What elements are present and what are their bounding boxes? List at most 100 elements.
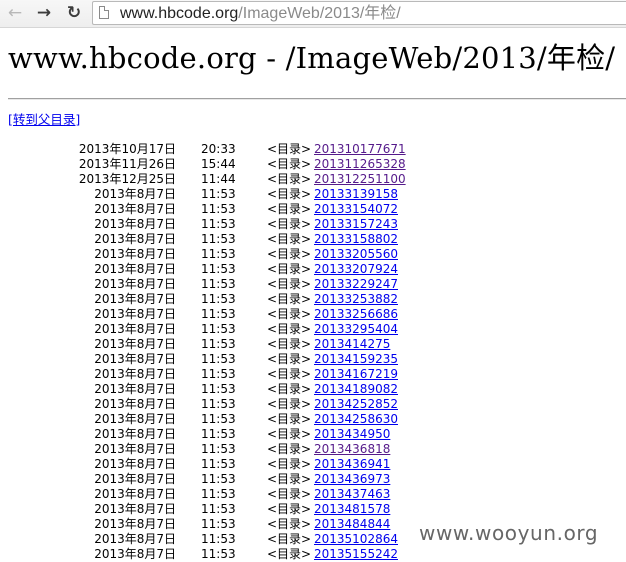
directory-link[interactable]: 20134167219 <box>314 367 398 382</box>
entry-time: 11:53 <box>201 187 236 201</box>
entry-date: 2013年8月7日 <box>94 277 176 291</box>
forward-arrow-icon[interactable]: → <box>33 3 55 23</box>
listing-row: 2013年8月7日 11:53 <目录> 2013414275 <box>0 337 626 352</box>
entry-type: <目录> <box>267 487 312 501</box>
entry-type: <目录> <box>267 277 312 291</box>
listing-row: 2013年8月7日 11:53 <目录> 20134258630 <box>0 412 626 427</box>
divider <box>8 98 626 100</box>
entry-time: 15:44 <box>201 157 236 171</box>
listing-row: 2013年8月7日 11:53 <目录> 20133139158 <box>0 187 626 202</box>
directory-link[interactable]: 2013434950 <box>314 427 390 442</box>
directory-link[interactable]: 201311265328 <box>314 157 406 172</box>
directory-link[interactable]: 2013481578 <box>314 502 390 517</box>
directory-link[interactable]: 2013436941 <box>314 457 390 472</box>
listing-row: 2013年12月25日 11:44 <目录> 201312251100 <box>0 172 626 187</box>
listing-row: 2013年8月7日 11:53 <目录> 20134252852 <box>0 397 626 412</box>
directory-link[interactable]: 201312251100 <box>314 172 406 187</box>
directory-link[interactable]: 2013437463 <box>314 487 390 502</box>
listing-row: 2013年8月7日 11:53 <目录> 2013436941 <box>0 457 626 472</box>
entry-time: 11:53 <box>201 547 236 561</box>
page-title: www.hbcode.org - /ImageWeb/2013/年检/ <box>8 41 616 75</box>
entry-date: 2013年8月7日 <box>94 247 176 261</box>
listing-row: 2013年8月7日 11:53 <目录> 2013436973 <box>0 472 626 487</box>
entry-type: <目录> <box>267 187 312 201</box>
directory-link[interactable]: 20135155242 <box>314 547 398 562</box>
directory-link[interactable]: 20133205560 <box>314 247 398 262</box>
entry-type: <目录> <box>267 322 312 336</box>
entry-date: 2013年8月7日 <box>94 412 176 426</box>
entry-time: 11:53 <box>201 487 236 501</box>
listing-row: 2013年8月7日 11:53 <目录> 20133157243 <box>0 217 626 232</box>
directory-link[interactable]: 2013436973 <box>314 472 390 487</box>
directory-link[interactable]: 20134252852 <box>314 397 398 412</box>
directory-link[interactable]: 2013484844 <box>314 517 390 532</box>
entry-date: 2013年10月17日 <box>78 142 176 156</box>
listing-row: 2013年8月7日 11:53 <目录> 20134159235 <box>0 352 626 367</box>
entry-date: 2013年8月7日 <box>94 382 176 396</box>
directory-link[interactable]: 20135102864 <box>314 532 398 547</box>
directory-link[interactable]: 20133295404 <box>314 322 398 337</box>
watermark: www.wooyun.org <box>419 521 599 545</box>
listing-row: 2013年8月7日 11:53 <目录> 2013481578 <box>0 502 626 517</box>
entry-date: 2013年8月7日 <box>94 187 176 201</box>
entry-type: <目录> <box>267 547 312 561</box>
parent-directory-link[interactable]: [转到父目录] <box>8 112 80 128</box>
entry-type: <目录> <box>267 367 312 381</box>
entry-date: 2013年8月7日 <box>94 322 176 336</box>
entry-time: 11:53 <box>201 502 236 516</box>
directory-link[interactable]: 2013436818 <box>314 442 390 457</box>
entry-time: 11:53 <box>201 307 236 321</box>
address-bar[interactable]: www.hbcode.org/ImageWeb/2013/年检/ <box>92 1 626 25</box>
entry-date: 2013年8月7日 <box>94 502 176 516</box>
entry-date: 2013年8月7日 <box>94 532 176 546</box>
directory-link[interactable]: 20134159235 <box>314 352 398 367</box>
entry-date: 2013年8月7日 <box>94 517 176 531</box>
url-text[interactable]: www.hbcode.org/ImageWeb/2013/年检/ <box>120 4 401 24</box>
entry-type: <目录> <box>267 427 312 441</box>
directory-link[interactable]: 20133139158 <box>314 187 398 202</box>
entry-time: 11:53 <box>201 322 236 336</box>
directory-link[interactable]: 201310177671 <box>314 142 406 157</box>
entry-type: <目录> <box>267 382 312 396</box>
directory-link[interactable]: 2013414275 <box>314 337 390 352</box>
entry-time: 11:53 <box>201 202 236 216</box>
directory-link[interactable]: 20134258630 <box>314 412 398 427</box>
listing-row: 2013年8月7日 11:53 <目录> 2013437463 <box>0 487 626 502</box>
listing-row: 2013年8月7日 11:53 <目录> 20133229247 <box>0 277 626 292</box>
listing-row: 2013年8月7日 11:53 <目录> 20133205560 <box>0 247 626 262</box>
directory-link[interactable]: 20134189082 <box>314 382 398 397</box>
entry-time: 11:53 <box>201 472 236 486</box>
entry-date: 2013年8月7日 <box>94 457 176 471</box>
entry-type: <目录> <box>267 457 312 471</box>
url-path: /ImageWeb/2013/年检/ <box>238 5 401 22</box>
entry-time: 11:53 <box>201 232 236 246</box>
listing-row: 2013年8月7日 11:53 <目录> 20134189082 <box>0 382 626 397</box>
directory-link[interactable]: 20133158802 <box>314 232 398 247</box>
entry-time: 11:53 <box>201 517 236 531</box>
entry-time: 11:53 <box>201 382 236 396</box>
directory-link[interactable]: 20133253882 <box>314 292 398 307</box>
reload-icon[interactable]: ↻ <box>63 3 85 23</box>
directory-link[interactable]: 20133207924 <box>314 262 398 277</box>
entry-date: 2013年8月7日 <box>94 472 176 486</box>
entry-time: 11:53 <box>201 397 236 411</box>
back-arrow-icon[interactable]: ← <box>4 3 26 23</box>
entry-type: <目录> <box>267 232 312 246</box>
entry-date: 2013年8月7日 <box>94 232 176 246</box>
listing-row: 2013年8月7日 11:53 <目录> 20133207924 <box>0 262 626 277</box>
entry-date: 2013年8月7日 <box>94 547 176 561</box>
entry-type: <目录> <box>267 202 312 216</box>
listing-row: 2013年8月7日 11:53 <目录> 2013434950 <box>0 427 626 442</box>
url-host: www.hbcode.org <box>120 5 239 22</box>
listing-row: 2013年8月7日 11:53 <目录> 20135155242 <box>0 547 626 562</box>
directory-link[interactable]: 20133154072 <box>314 202 398 217</box>
directory-link[interactable]: 20133256686 <box>314 307 398 322</box>
entry-date: 2013年8月7日 <box>94 397 176 411</box>
entry-type: <目录> <box>267 307 312 321</box>
listing-row: 2013年11月26日 15:44 <目录> 201311265328 <box>0 157 626 172</box>
entry-time: 11:53 <box>201 367 236 381</box>
entry-type: <目录> <box>267 412 312 426</box>
directory-link[interactable]: 20133229247 <box>314 277 398 292</box>
directory-link[interactable]: 20133157243 <box>314 217 398 232</box>
entry-type: <目录> <box>267 157 312 171</box>
